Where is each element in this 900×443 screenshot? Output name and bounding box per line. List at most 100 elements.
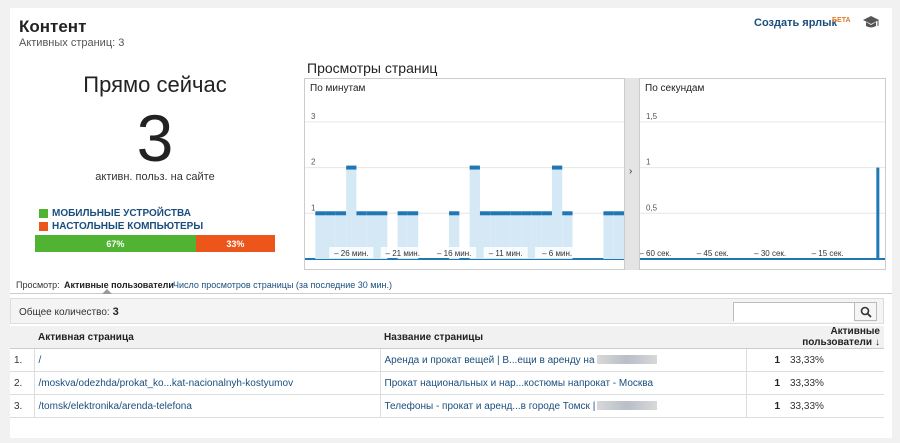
desktop-share-segment: 33%: [195, 235, 275, 252]
mobile-swatch: [39, 209, 48, 218]
x-tick-label: – 11 мин.: [489, 249, 523, 258]
bar-cap: [346, 165, 357, 170]
bar-fill: [469, 167, 480, 259]
seconds-chart: 0,5 1 1,5 – 60 сек. – 45 сек. – 30 сек. – 15 с…: [640, 112, 885, 260]
y-tick-label: 1: [311, 203, 316, 212]
right-now-title: Прямо сейчас: [83, 72, 227, 97]
realtime-content-page: Контент Активных страниц: 3 Создать ярлы…: [10, 8, 892, 438]
tab-active-users[interactable]: Активные пользователи: [64, 280, 174, 290]
table-header-row: Активная страница Название страницы Акти…: [10, 326, 884, 349]
active-pages-table: Активная страница Название страницы Акти…: [10, 326, 884, 418]
x-tick-label: – 45 сек.: [697, 249, 729, 258]
bar: [876, 167, 880, 259]
search-icon: [860, 306, 872, 318]
chart-collapse-toggle[interactable]: ›: [624, 78, 640, 270]
row-title-link[interactable]: Аренда и прокат вещей | В...ещи в аренду…: [379, 348, 746, 372]
total-label-text: Общее количество:: [19, 307, 110, 318]
x-tick-label: – 16 мин.: [437, 249, 471, 258]
x-tick-label: – 6 мин.: [542, 249, 572, 258]
total-value: 3: [112, 306, 119, 318]
row-title-text: Аренда и прокат вещей | В...ещи в аренду…: [384, 354, 595, 366]
bar-cap: [562, 211, 573, 216]
bar-fill: [315, 213, 326, 259]
active-page-header[interactable]: Активная страница: [34, 326, 380, 349]
y-tick-label: 3: [311, 112, 316, 121]
bar-cap: [449, 211, 460, 216]
active-users-header-label: Активные пользователи: [802, 326, 880, 348]
bar-cap: [510, 211, 522, 216]
bar-cap: [541, 211, 552, 216]
bar-cap: [366, 211, 378, 216]
row-index: 2.: [10, 371, 34, 395]
bar-cap: [407, 211, 419, 216]
row-count: 1: [745, 348, 786, 372]
row-index: 1.: [10, 348, 34, 372]
row-percent: 33,33%: [786, 348, 884, 372]
legend-mobile-label: МОБИЛЬНЫЕ УСТРОЙСТВА: [52, 208, 191, 219]
x-tick-label: – 60 сек.: [640, 249, 671, 258]
device-split-bar: 67% 33%: [35, 235, 275, 252]
row-count: 1: [745, 371, 786, 395]
active-users-header[interactable]: Активные пользователи ↓: [746, 326, 884, 349]
minutes-chart-panel: По минутам 1 2 3 – 26 мин. – 21 мин. – 16 мин…: [304, 78, 625, 270]
row-title-link[interactable]: Телефоны - прокат и аренд...в городе Том…: [379, 394, 746, 418]
x-tick-label: – 30 сек.: [754, 249, 786, 258]
page-title: Контент: [19, 17, 87, 36]
y-tick-label: 2: [311, 158, 316, 167]
legend-desktop: НАСТОЛЬНЫЕ КОМПЬЮТЕРЫ: [39, 221, 203, 232]
redacted-text: [597, 401, 658, 411]
bar-cap: [479, 211, 491, 216]
bar-cap: [551, 165, 563, 170]
view-tabs: Просмотр: Активные пользователи Число пр…: [10, 274, 892, 294]
x-tick-label: – 21 мин.: [386, 249, 420, 258]
sort-desc-icon: ↓: [875, 337, 880, 348]
active-tab-caret: [102, 289, 112, 294]
y-tick-label: 1: [646, 158, 651, 167]
search-button[interactable]: [854, 303, 876, 320]
active-pages-count: Активных страниц: 3: [19, 37, 125, 49]
x-tick-label: – 26 мин.: [334, 249, 368, 258]
bar-cap: [613, 211, 624, 216]
legend-desktop-label: НАСТОЛЬНЫЕ КОМПЬЮТЕРЫ: [52, 221, 204, 232]
mobile-share-segment: 67%: [35, 235, 196, 252]
bar-cap: [490, 211, 501, 216]
desktop-swatch: [39, 222, 48, 231]
table-row: 1. / Аренда и прокат вещей | В...ещи в а…: [10, 348, 884, 372]
bar-cap: [603, 211, 614, 216]
bar-fill: [346, 167, 357, 259]
search-input[interactable]: [734, 305, 854, 322]
row-title-text: Телефоны - прокат и аренд...в городе Том…: [384, 400, 596, 412]
legend-mobile: МОБИЛЬНЫЕ УСТРОЙСТВА: [39, 208, 191, 219]
table-row: 3. /tomsk/elektronika/arenda-telefona Те…: [10, 394, 884, 418]
bar-cap: [397, 211, 408, 216]
bar-cap: [325, 211, 336, 216]
redacted-text: [596, 355, 657, 365]
row-page-link[interactable]: /moskva/odezhda/prokat_ko...kat-nacional…: [33, 371, 380, 395]
row-page-link[interactable]: /: [33, 348, 380, 372]
create-shortcut-link[interactable]: Создать ярлык: [754, 17, 837, 29]
y-tick-label: 1,5: [646, 112, 658, 121]
total-bar: Общее количество: 3: [10, 298, 884, 324]
tab-pageviews-30min[interactable]: Число просмотров страницы (за последние …: [173, 280, 392, 290]
bar-cap: [356, 211, 367, 216]
row-page-link[interactable]: /tomsk/elektronika/arenda-telefona: [33, 394, 380, 418]
graduation-cap-icon[interactable]: [862, 15, 880, 29]
active-users-count: 3: [136, 101, 174, 175]
seconds-chart-panel: По секундам 0,5 1 1,5 – 60 сек. – 45 сек. – 3…: [639, 78, 886, 270]
bar-fill: [603, 213, 614, 259]
bar-cap: [531, 211, 542, 216]
bar-cap: [500, 211, 511, 216]
table-search: [733, 302, 877, 322]
total-label: Общее количество: 3: [19, 306, 119, 318]
row-index: 3.: [10, 394, 34, 418]
bar-cap: [335, 211, 347, 216]
x-tick-label: – 15 сек.: [812, 249, 844, 258]
page-title-header[interactable]: Название страницы: [380, 326, 746, 349]
beta-badge: БЕТА: [832, 17, 851, 24]
bar-fill: [613, 213, 624, 259]
active-users-label: активн. польз. на сайте: [95, 171, 215, 183]
table-row: 2. /moskva/odezhda/prokat_ko...kat-nacio…: [10, 371, 884, 395]
row-title-link[interactable]: Прокат национальных и нар...костюмы напр…: [379, 371, 746, 395]
view-label: Просмотр:: [16, 280, 60, 290]
seconds-chart-label: По секундам: [645, 83, 705, 94]
